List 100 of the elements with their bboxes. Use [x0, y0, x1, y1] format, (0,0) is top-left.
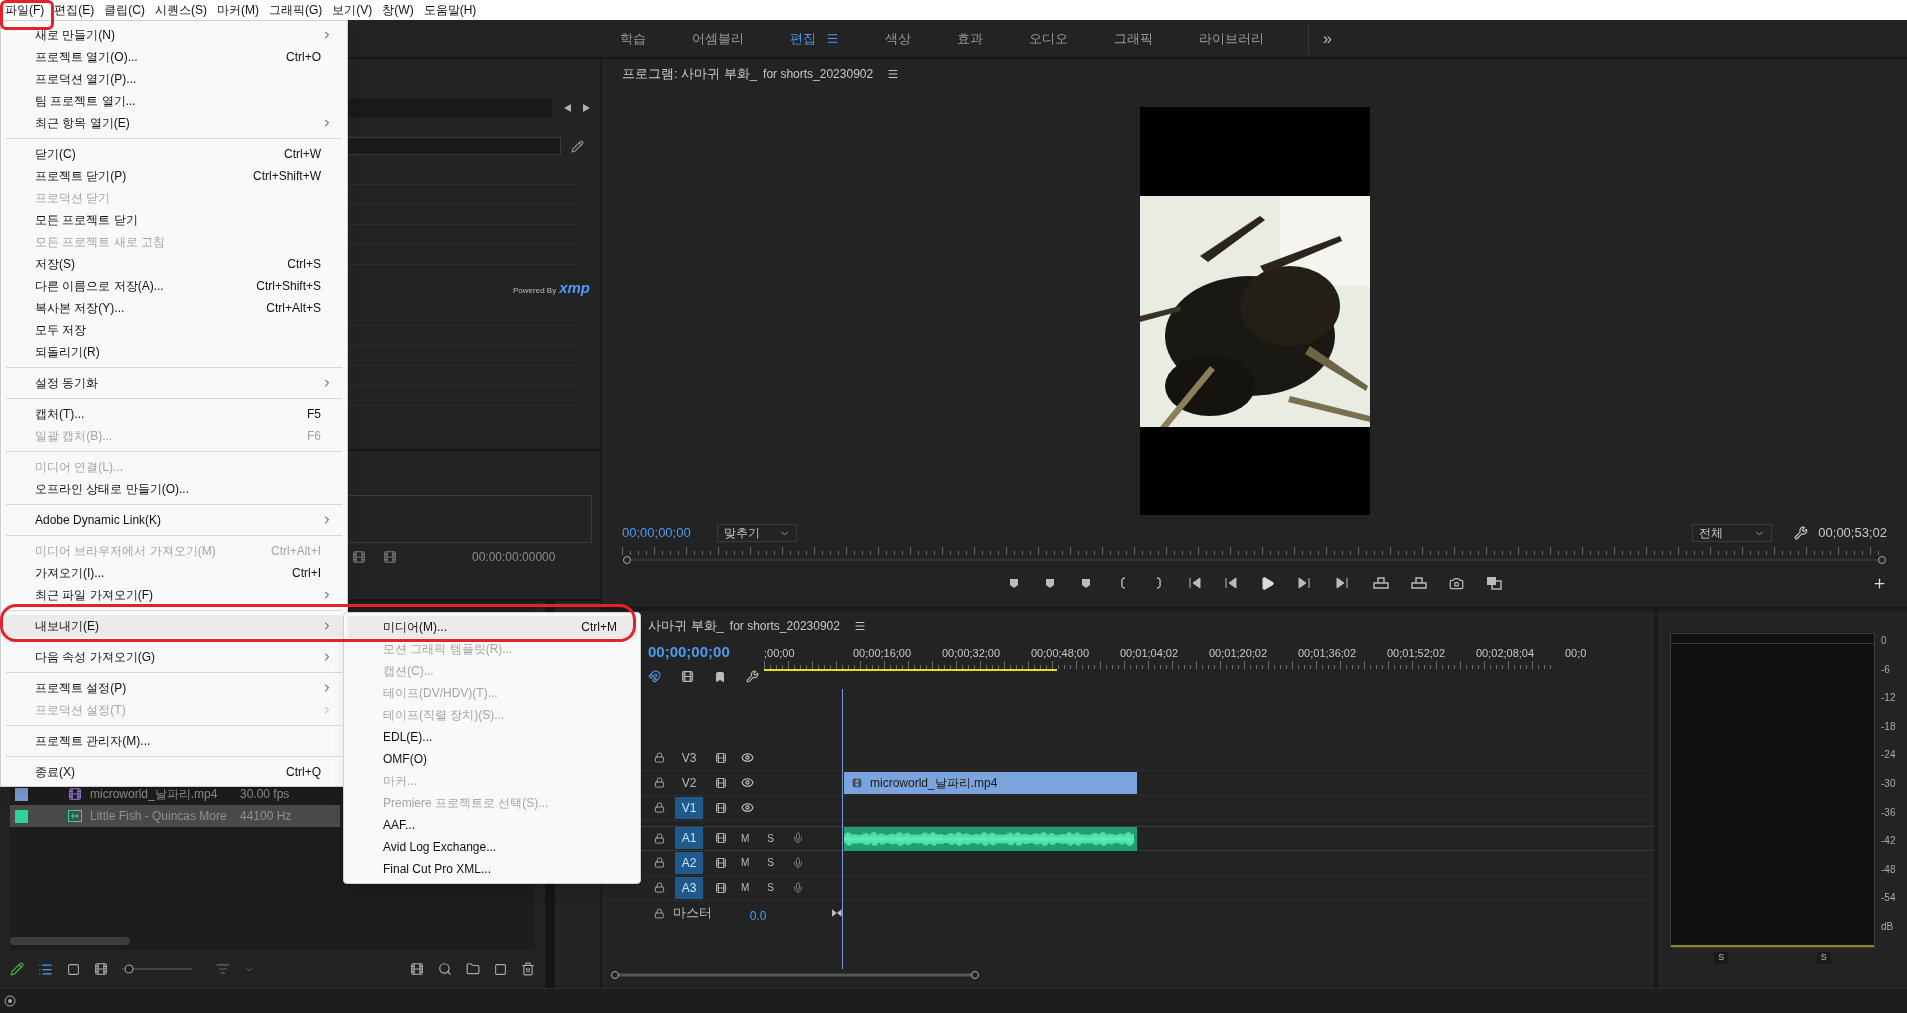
menu-bar-item[interactable]: 파일(F) — [0, 1, 50, 19]
marker-icon[interactable] — [714, 670, 726, 683]
go-to-out-icon[interactable] — [1334, 577, 1351, 589]
eye-icon[interactable] — [741, 751, 754, 764]
film-icon[interactable] — [94, 962, 108, 976]
play-icon[interactable] — [1259, 575, 1275, 591]
scrollbar-thumb[interactable] — [10, 937, 130, 945]
mute-toggle[interactable]: M — [741, 855, 750, 870]
menu-item[interactable]: 닫기(C) Ctrl+W — [5, 143, 343, 165]
menu-bar-item[interactable]: 도움말(H) — [418, 1, 482, 19]
menu-item[interactable]: Final Cut Pro XML... — [347, 858, 637, 880]
solo-button[interactable]: S — [1714, 952, 1729, 964]
solo-button[interactable]: S — [1816, 952, 1831, 964]
menu-item[interactable]: 종료(X) Ctrl+Q — [5, 761, 343, 783]
add-button-icon[interactable] — [1872, 575, 1887, 591]
menu-bar-item[interactable]: 마커(M) — [212, 1, 264, 19]
track-label[interactable]: A2 — [675, 851, 703, 874]
track-label[interactable]: A1 — [675, 827, 703, 849]
menu-item[interactable]: 오프라인 상태로 만들기(O)... — [5, 478, 343, 500]
camera-icon[interactable] — [1448, 575, 1464, 591]
workspace-tab[interactable]: 어셈블리 — [680, 28, 756, 49]
lock-icon[interactable] — [654, 832, 665, 844]
menu-bar-item[interactable]: 시퀀스(S) — [150, 1, 212, 19]
compare-icon[interactable] — [1485, 576, 1502, 590]
film-icon[interactable] — [383, 550, 397, 564]
workspace-tab[interactable]: 편집 — [778, 28, 851, 49]
workspace-tab[interactable]: 그래픽 — [1102, 28, 1165, 49]
track-label[interactable]: V3 — [675, 746, 703, 769]
workspace-tab[interactable]: 라이브러리 — [1187, 28, 1276, 49]
zoom-slider[interactable] — [122, 964, 192, 974]
menu-item[interactable]: 프로젝트 설정(P) — [5, 677, 343, 699]
settings-icon[interactable] — [746, 670, 759, 683]
menu-bar-item[interactable]: 그래픽(G) — [264, 1, 328, 19]
menu-item[interactable]: 캡처(T)... F5 — [5, 403, 343, 425]
triangle-right-icon[interactable] — [583, 104, 590, 112]
track-label[interactable]: V1 — [675, 796, 703, 819]
square-icon[interactable] — [67, 962, 80, 976]
video-clip[interactable]: microworld_날파리.mp4 — [844, 771, 1137, 794]
mute-toggle[interactable]: M — [741, 830, 750, 846]
bow-tie-icon[interactable] — [832, 909, 842, 917]
mic-icon[interactable] — [792, 856, 804, 869]
menu-item[interactable]: 모두 저장 — [5, 319, 343, 341]
mic-icon[interactable] — [792, 832, 804, 844]
overwrite-icon[interactable] — [1410, 577, 1427, 589]
pencil-icon[interactable] — [571, 139, 584, 153]
track-label[interactable]: A3 — [675, 876, 703, 899]
lock-icon[interactable] — [654, 857, 665, 868]
menu-item[interactable]: 설정 동기화 — [5, 372, 343, 394]
status-icon[interactable] — [4, 995, 16, 1007]
menu-bar-item[interactable]: 보기(V) — [327, 1, 378, 19]
menu-item[interactable]: AAF... — [347, 814, 637, 836]
film-icon[interactable] — [715, 881, 727, 894]
solo-toggle[interactable]: S — [767, 855, 774, 870]
resolution-dropdown[interactable]: 전체 — [1692, 524, 1773, 542]
solo-toggle[interactable]: S — [767, 880, 774, 895]
menu-bar-item[interactable]: 클립(C) — [99, 1, 150, 19]
go-to-in-icon[interactable] — [1187, 577, 1202, 589]
project-item[interactable]: microworld_날파리.mp4 30.00 fps — [10, 783, 340, 805]
workspace-tab[interactable]: 효과 — [945, 28, 995, 49]
mic-icon[interactable] — [792, 881, 804, 894]
track-label[interactable]: V2 — [675, 771, 703, 794]
menu-item[interactable]: 프로젝트 열기(O)... Ctrl+O — [5, 46, 343, 68]
lock-icon[interactable] — [654, 752, 665, 763]
trash-icon[interactable] — [521, 962, 535, 976]
menu-item[interactable]: 내보내기(E) — [5, 615, 343, 637]
menu-icon[interactable] — [853, 620, 866, 632]
menu-item[interactable]: 새로 만들기(N) — [5, 24, 343, 46]
menu-item[interactable]: 최근 항목 열기(E) — [5, 112, 343, 134]
solo-toggle[interactable]: S — [767, 830, 774, 846]
film-icon[interactable] — [715, 751, 727, 764]
menu-item[interactable]: Adobe Dynamic Link(K) — [5, 509, 343, 531]
menu-icon[interactable] — [887, 68, 900, 80]
menu-item[interactable]: 팀 프로젝트 열기... — [5, 90, 343, 112]
menu-item[interactable]: 저장(S) Ctrl+S — [5, 253, 343, 275]
film-icon[interactable] — [715, 856, 727, 869]
eye-icon[interactable] — [741, 776, 754, 789]
workspace-tab[interactable]: 색상 — [873, 28, 923, 49]
step-back-icon[interactable] — [1223, 577, 1238, 589]
workspace-tab[interactable]: 오디오 — [1017, 28, 1080, 49]
new-item-icon[interactable] — [494, 962, 507, 976]
film-icon[interactable] — [715, 832, 727, 844]
film-icon[interactable] — [715, 776, 727, 789]
overflow-button[interactable]: » — [1309, 26, 1346, 51]
menu-item[interactable]: 모든 프로젝트 닫기 — [5, 209, 343, 231]
folder-icon[interactable] — [466, 962, 480, 976]
film-icon[interactable] — [352, 550, 366, 564]
insert-icon[interactable] — [1372, 577, 1389, 589]
menu-item[interactable]: 프로젝트 관리자(M)... — [5, 730, 343, 752]
menu-item[interactable]: 다음 속성 가져오기(G) — [5, 646, 343, 668]
menu-item[interactable]: OMF(O) — [347, 748, 637, 770]
menu-item[interactable]: EDL(E)... — [347, 726, 637, 748]
menu-item[interactable]: 다른 이름으로 저장(A)... Ctrl+Shift+S — [5, 275, 343, 297]
menu-item[interactable]: Avid Log Exchange... — [347, 836, 637, 858]
menu-item[interactable]: 복사본 저장(Y)... Ctrl+Alt+S — [5, 297, 343, 319]
menu-item[interactable]: 미디어(M)... Ctrl+M — [347, 616, 637, 638]
settings-icon[interactable] — [1794, 526, 1809, 540]
lock-icon[interactable] — [654, 802, 665, 813]
mute-toggle[interactable]: M — [741, 880, 750, 895]
horizontal-scrollbar[interactable] — [610, 970, 980, 980]
menu-item[interactable]: 프로덕션 열기(P)... — [5, 68, 343, 90]
